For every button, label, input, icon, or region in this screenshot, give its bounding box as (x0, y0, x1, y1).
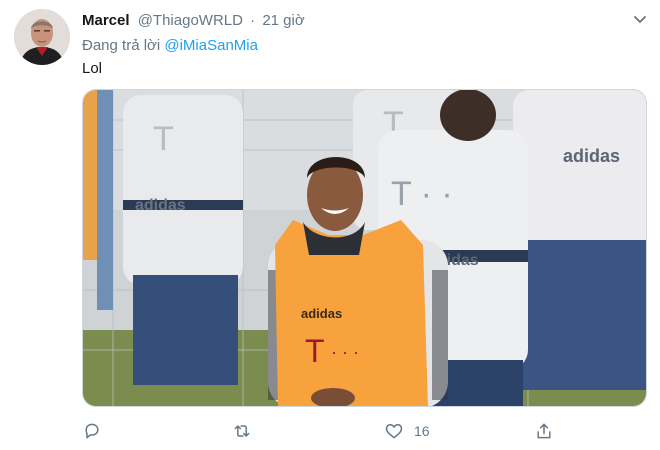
user-handle[interactable]: @ThiagoWRLD (138, 12, 243, 29)
tweet-actions: 16 (82, 420, 602, 442)
heart-icon (385, 424, 403, 439)
reply-button[interactable] (82, 420, 102, 442)
reply-to-link[interactable]: @iMiaSanMia (164, 37, 258, 54)
tweet-header: Marcel @ThiagoWRLD · 21 giờ (82, 11, 305, 31)
like-count: 16 (414, 423, 430, 439)
tweet-text: Lol (82, 60, 103, 77)
training-photo: T adidas T adidas T · · adidas adidas T … (83, 90, 646, 406)
replying-to: Đang trả lời @iMiaSanMia (82, 36, 258, 56)
avatar[interactable] (14, 9, 70, 65)
avatar-image (14, 9, 70, 65)
retweet-icon (234, 425, 250, 437)
svg-text:T: T (305, 333, 325, 369)
share-button[interactable] (534, 420, 554, 442)
svg-text:adidas: adidas (563, 146, 620, 166)
svg-text:· · ·: · · · (331, 342, 359, 362)
tweet-media-photo[interactable]: T adidas T adidas T · · adidas adidas T … (82, 89, 647, 407)
timestamp[interactable]: 21 giờ (262, 12, 304, 29)
reply-icon (85, 423, 99, 439)
svg-text:adidas: adidas (135, 197, 186, 214)
retweet-button[interactable] (232, 420, 252, 442)
like-button[interactable]: 16 (384, 420, 430, 442)
replying-to-label: Đang trả lời (82, 37, 161, 54)
tweet: Marcel @ThiagoWRLD · 21 giờ Đang trả lời… (0, 0, 660, 450)
separator-dot: · (250, 12, 256, 29)
svg-text:adidas: adidas (301, 306, 342, 321)
svg-text:T: T (153, 120, 174, 158)
svg-text:T · ·: T · · (391, 175, 453, 213)
share-icon (537, 423, 551, 439)
display-name[interactable]: Marcel (82, 12, 130, 29)
chevron-down-icon[interactable] (632, 11, 648, 27)
